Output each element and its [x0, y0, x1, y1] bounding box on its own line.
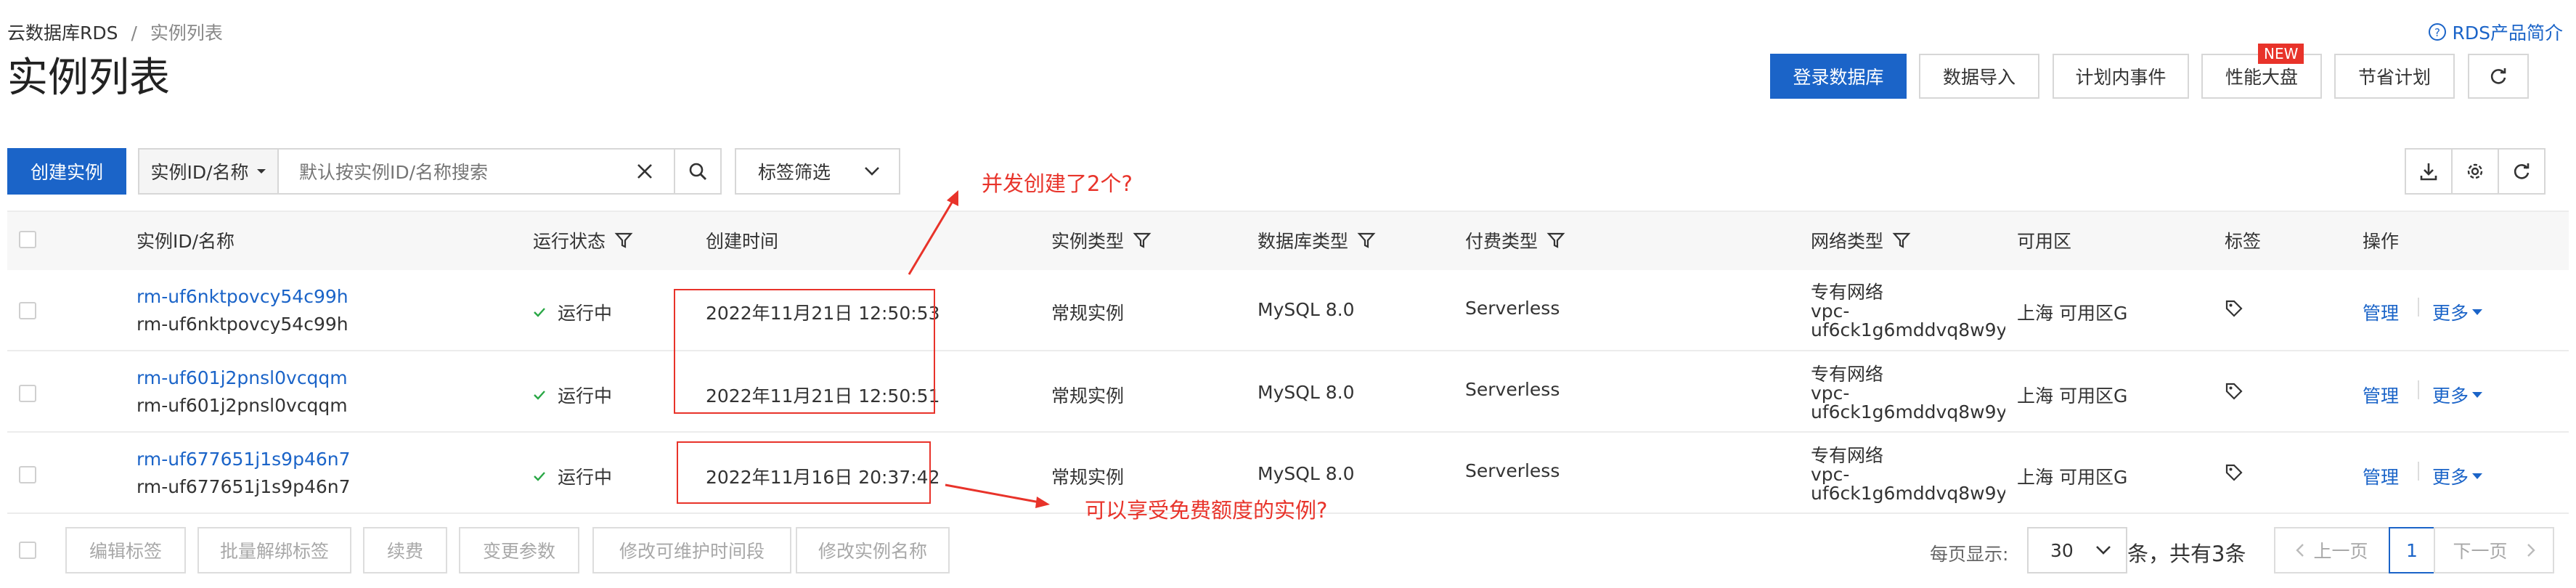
- arrow-icon: [908, 190, 958, 275]
- annotation-arrows: [908, 190, 1050, 508]
- arrow-icon: [945, 483, 1050, 508]
